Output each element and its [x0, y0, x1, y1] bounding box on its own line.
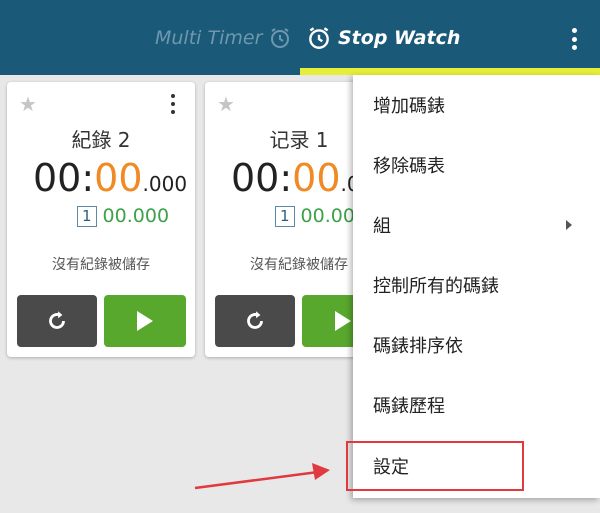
annotation-arrow-icon — [194, 463, 330, 490]
